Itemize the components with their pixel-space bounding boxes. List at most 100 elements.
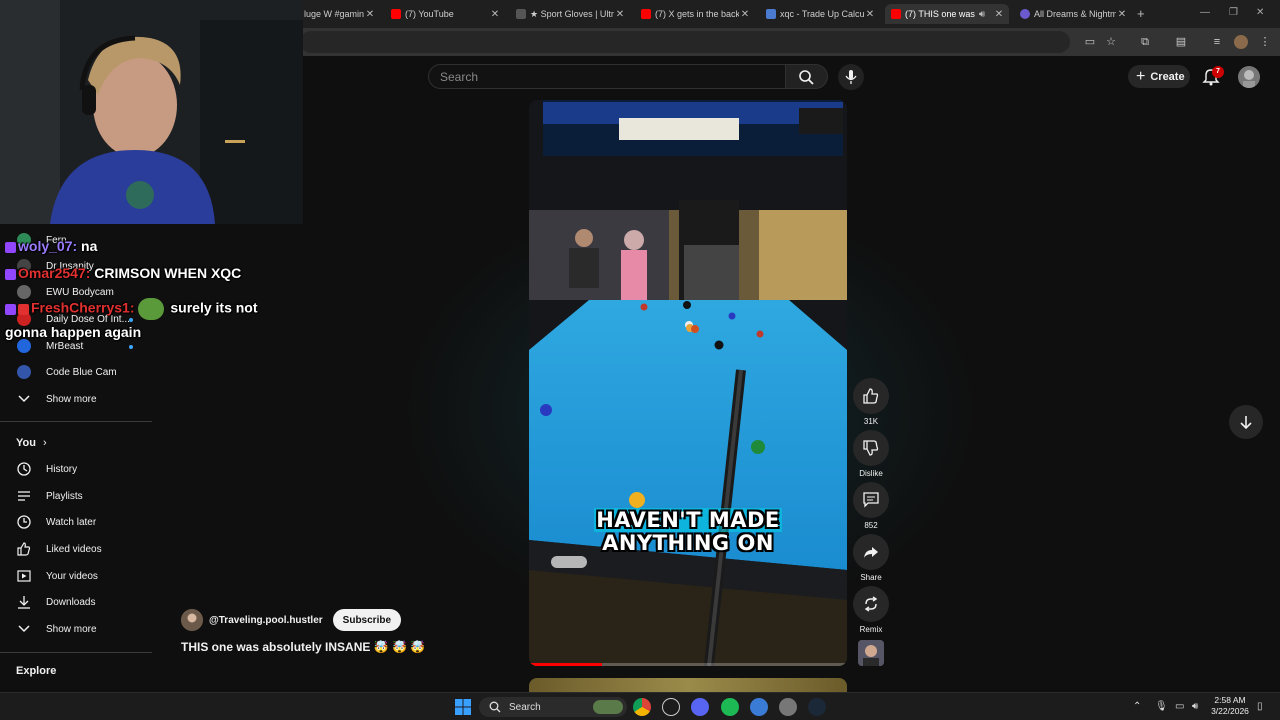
dislike-button[interactable]: Dislike <box>853 430 889 478</box>
sidebar-item-playlists[interactable]: Playlists <box>16 485 83 507</box>
close-icon[interactable]: ✕ <box>993 9 1005 20</box>
sound-source-thumbnail[interactable] <box>853 640 889 666</box>
twitch-badge-icon <box>5 303 16 315</box>
spotify-icon[interactable] <box>721 698 739 716</box>
notifications-icon[interactable]: ▯ <box>1257 701 1263 712</box>
minimize-icon[interactable]: — <box>1200 7 1210 18</box>
taskbar-search[interactable]: Search <box>479 697 627 717</box>
comments-button[interactable]: 852 <box>853 482 889 530</box>
streamer-webcam-image <box>0 0 303 224</box>
create-button[interactable]: + Create <box>1128 65 1190 88</box>
close-icon[interactable]: ✕ <box>489 9 501 20</box>
window-close-icon[interactable]: ✕ <box>1256 7 1264 18</box>
moon-icon <box>1020 9 1030 19</box>
volume-icon[interactable]: 🔊︎ <box>1192 701 1198 712</box>
browser-tab[interactable]: (7) YouTube ✕ <box>385 4 505 24</box>
channel-avatar[interactable] <box>181 609 203 631</box>
new-tab-button[interactable]: + <box>1137 6 1145 21</box>
steam-icon[interactable] <box>808 698 826 716</box>
sidebar-sub-code-blue-cam[interactable]: Code Blue Cam <box>16 361 117 383</box>
bookmark-star-icon[interactable]: ☆ <box>1104 35 1118 49</box>
taskbar-clock[interactable]: 2:58 AM 3/22/2026 <box>1208 695 1252 717</box>
obs-icon[interactable] <box>662 698 680 716</box>
browser-tab-active[interactable]: (7) THIS one was a 🔊︎ ✕ <box>885 4 1009 24</box>
discord-icon[interactable] <box>691 698 709 716</box>
sidebar-item-liked-videos[interactable]: Liked videos <box>16 538 102 560</box>
youtube-icon <box>891 9 901 19</box>
search-button[interactable] <box>786 64 828 89</box>
microphone-tray-icon[interactable]: 🎙︎ <box>1155 701 1168 712</box>
address-bar[interactable] <box>300 31 1070 53</box>
remix-button[interactable]: Remix <box>853 586 889 634</box>
shorts-video-player[interactable]: HAVEN'T MADE ANYTHING ON <box>529 100 847 666</box>
sidepanel-icon[interactable]: ▤ <box>1174 35 1188 49</box>
account-avatar[interactable] <box>1238 66 1260 88</box>
close-icon[interactable]: ✕ <box>1116 9 1128 20</box>
search-highlight-icon <box>593 700 623 714</box>
sidebar-you-heading[interactable]: You › <box>16 437 47 449</box>
comments-count: 852 <box>864 521 878 530</box>
tray-chevron-up-icon[interactable]: ⌃ <box>1133 701 1141 712</box>
share-button[interactable]: Share <box>853 534 889 582</box>
sidebar-item-label: EWU Bodycam <box>46 286 114 298</box>
close-icon[interactable]: ✕ <box>739 9 751 20</box>
clock-icon <box>16 514 32 530</box>
tab-label: (7) YouTube <box>405 9 454 19</box>
chat-username: woly_07: <box>18 238 78 254</box>
sidebar-show-more-subscriptions[interactable]: Show more <box>16 388 97 410</box>
sidebar-item-watch-later[interactable]: Watch later <box>16 511 96 533</box>
network-icon[interactable]: ▭ <box>1175 701 1184 712</box>
video-progress-bar[interactable] <box>529 663 847 666</box>
browser-tab[interactable]: All Dreams & Nightm ✕ <box>1014 4 1132 24</box>
voice-search-button[interactable] <box>838 64 864 90</box>
download-icon <box>16 594 32 610</box>
next-short-button[interactable] <box>1229 405 1263 439</box>
search-input[interactable]: Search <box>428 64 786 89</box>
subscribe-button[interactable]: Subscribe <box>332 609 402 631</box>
close-icon[interactable]: ✕ <box>864 9 876 20</box>
next-short-preview[interactable] <box>529 678 847 692</box>
site-icon <box>766 9 776 19</box>
sidebar-item-downloads[interactable]: Downloads <box>16 591 95 613</box>
speaker-icon[interactable]: 🔊︎ <box>975 9 989 20</box>
chevron-right-icon: › <box>43 437 47 449</box>
browser-tab[interactable]: luge W #gamin ✕ <box>298 4 380 24</box>
settings-gear-icon[interactable] <box>779 698 797 716</box>
pool-table-video-frame <box>529 100 847 666</box>
sidebar-item-label: History <box>46 463 78 475</box>
profile-avatar[interactable] <box>1234 35 1248 49</box>
search-placeholder: Search <box>440 70 479 84</box>
windows-start-icon[interactable] <box>454 698 472 716</box>
chrome-icon[interactable] <box>633 698 651 716</box>
browser-tab[interactable]: (7) X gets in the back ✕ <box>635 4 755 24</box>
sidebar-item-history[interactable]: History <box>16 458 77 480</box>
media-controls-icon[interactable]: ≡ <box>1210 35 1224 49</box>
new-content-dot <box>129 345 133 349</box>
sidebar-item-label: Playlists <box>46 490 83 502</box>
app-icon[interactable] <box>750 698 768 716</box>
like-button[interactable]: 31K <box>853 378 889 426</box>
sub-badge-icon <box>18 303 29 315</box>
chat-message: gonna happen again <box>5 324 141 340</box>
sidebar-item-your-videos[interactable]: Your videos <box>16 565 98 587</box>
chat-text: surely its not <box>166 299 258 316</box>
video-progress-fill <box>529 663 603 666</box>
close-icon[interactable]: ✕ <box>614 9 626 20</box>
tab-label: All Dreams & Nightm <box>1034 9 1116 19</box>
remix-label: Remix <box>859 625 883 634</box>
browser-tab[interactable]: ★ Sport Gloves | Ultra ✕ <box>510 4 630 24</box>
extensions-icon[interactable]: ⧉ <box>1138 35 1152 49</box>
menu-kebab-icon[interactable]: ⋮ <box>1258 35 1272 49</box>
short-title[interactable]: THIS one was absolutely INSANE 🤯 🤯 🤯 <box>181 640 425 654</box>
notification-badge: 7 <box>1212 66 1224 78</box>
windows-taskbar: Search ⌃ 🎙︎ ▭ 🔊︎ 2:58 AM 3/22/2026 ▯ <box>0 692 1280 720</box>
install-icon[interactable]: ▭ <box>1083 35 1097 49</box>
browser-tab[interactable]: xqc - Trade Up Calcul ✕ <box>760 4 880 24</box>
maximize-icon[interactable]: ❐ <box>1229 7 1238 18</box>
share-label: Share <box>860 573 882 582</box>
sidebar-divider <box>0 652 152 653</box>
channel-name[interactable]: @Traveling.pool.hustler <box>209 615 323 626</box>
sidebar-show-more-you[interactable]: Show more <box>16 618 97 640</box>
sidebar-item-label: Show more <box>46 393 97 405</box>
close-icon[interactable]: ✕ <box>364 9 376 20</box>
